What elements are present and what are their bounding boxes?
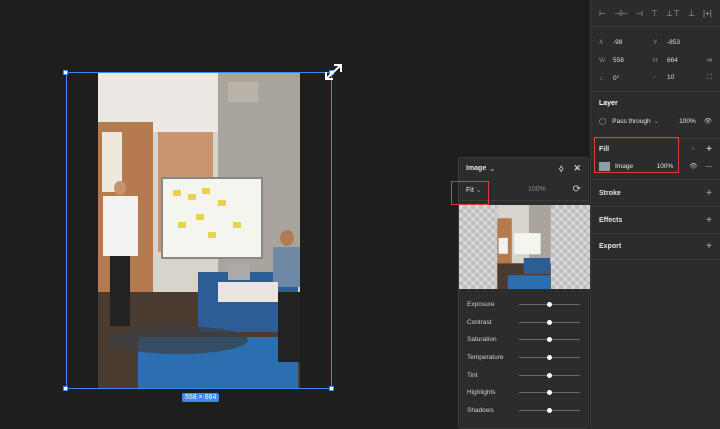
layer-section: Layer ◯ Pass through ⌄ 100% 👁 bbox=[591, 92, 720, 128]
chevron-down-icon: ⌄ bbox=[653, 118, 660, 125]
styles-icon[interactable]: ⁘ bbox=[690, 145, 696, 153]
effects-title: Effects bbox=[599, 216, 623, 224]
slider-knob[interactable] bbox=[547, 337, 552, 343]
popup-title[interactable]: Image bbox=[466, 165, 486, 172]
expand-arrow-icon bbox=[325, 64, 342, 80]
close-icon[interactable]: ✕ bbox=[573, 163, 581, 174]
eye-icon[interactable]: 👁 bbox=[704, 117, 712, 125]
constrain-proportions-icon[interactable]: ∞ bbox=[707, 57, 712, 64]
adjustment-row: Shadows bbox=[459, 402, 590, 420]
w-field[interactable]: 558 bbox=[613, 57, 624, 64]
align-left-icon[interactable]: ⊢ bbox=[599, 9, 606, 18]
h-label: H bbox=[653, 56, 658, 64]
image-opacity[interactable]: 100% bbox=[528, 186, 546, 193]
align-center-h-icon[interactable]: ⊣⊢ bbox=[614, 9, 628, 18]
export-section: Export + bbox=[591, 233, 720, 260]
slider-knob[interactable] bbox=[547, 407, 552, 413]
stroke-section: Stroke + bbox=[591, 179, 720, 206]
adjustment-label: Temperature bbox=[467, 354, 504, 362]
slider-knob[interactable] bbox=[547, 355, 552, 361]
adjustment-slider[interactable] bbox=[519, 337, 580, 343]
slider-knob[interactable] bbox=[547, 319, 552, 325]
adjustment-label: Exposure bbox=[467, 301, 495, 309]
rotation-field[interactable]: 0° bbox=[613, 75, 619, 82]
fill-highlight-box bbox=[594, 137, 679, 173]
blend-mode-icon: ◯ bbox=[599, 118, 607, 125]
design-canvas[interactable]: 558 × 664 Image ⌄ ◊ ✕ Fit ⌄ 100% ⟳ Expos… bbox=[0, 0, 590, 429]
transform-grid: X -98 Y -853 W 558 H 664 ∞ ∟ 0° ◜ 10 ⛶ bbox=[591, 27, 720, 87]
slider-knob[interactable] bbox=[547, 390, 552, 396]
independent-corners-icon[interactable]: ⛶ bbox=[707, 74, 712, 82]
add-export-icon[interactable]: + bbox=[706, 241, 712, 252]
x-label: X bbox=[599, 38, 604, 46]
adjustment-slider[interactable] bbox=[519, 390, 580, 396]
selection-frame[interactable] bbox=[66, 72, 332, 389]
adjustment-slider[interactable] bbox=[519, 372, 580, 378]
export-title: Export bbox=[599, 243, 622, 250]
distribute-icon[interactable]: |+| bbox=[703, 9, 712, 18]
adjustment-slider[interactable] bbox=[519, 302, 580, 308]
adjustment-row: Contrast bbox=[459, 314, 590, 332]
stroke-title: Stroke bbox=[599, 189, 621, 197]
resize-handle-br[interactable] bbox=[329, 386, 334, 391]
remove-fill-icon[interactable]: — bbox=[706, 163, 713, 170]
adjustment-label: Shadows bbox=[467, 406, 494, 414]
adjustment-label: Contrast bbox=[467, 318, 492, 326]
align-top-icon[interactable]: ⊤ bbox=[651, 9, 658, 18]
adjustment-row: Highlights bbox=[459, 384, 590, 402]
resize-handle-tl[interactable] bbox=[63, 70, 68, 75]
rotate-icon[interactable]: ⟳ bbox=[573, 184, 581, 195]
rotation-icon: ∟ bbox=[599, 74, 606, 82]
corner-radius-icon: ◜ bbox=[653, 75, 656, 82]
layer-opacity[interactable]: 100% bbox=[679, 118, 696, 125]
adjustment-sliders: Exposure Contrast Saturation Temperature Tin… bbox=[459, 296, 590, 419]
align-center-v-icon[interactable]: ⊥⊤ bbox=[666, 9, 680, 18]
adjustment-slider[interactable] bbox=[519, 407, 580, 413]
x-field[interactable]: -98 bbox=[613, 39, 622, 46]
resize-handle-bl[interactable] bbox=[63, 386, 68, 391]
fit-highlight-box bbox=[451, 181, 489, 205]
image-preview[interactable] bbox=[459, 205, 590, 289]
effects-section: Effects + bbox=[591, 206, 720, 233]
w-label: W bbox=[599, 56, 606, 64]
adjustment-row: Tint bbox=[459, 366, 590, 384]
align-bottom-icon[interactable]: ⊥ bbox=[688, 9, 695, 18]
layer-title: Layer bbox=[599, 99, 618, 107]
adjustment-row: Saturation bbox=[459, 331, 590, 349]
slider-knob[interactable] bbox=[547, 302, 552, 308]
popup-header: Image ⌄ ◊ ✕ bbox=[459, 158, 588, 179]
y-field[interactable]: -853 bbox=[667, 39, 680, 46]
align-right-icon[interactable]: ⊣ bbox=[636, 9, 643, 18]
preview-thumbnail bbox=[497, 205, 551, 289]
y-label: Y bbox=[653, 38, 658, 46]
eye-icon[interactable]: 👁 bbox=[689, 162, 697, 170]
slider-knob[interactable] bbox=[547, 372, 552, 378]
adjustment-slider[interactable] bbox=[519, 355, 580, 361]
adjustment-row: Exposure bbox=[459, 296, 590, 314]
add-stroke-icon[interactable]: + bbox=[706, 188, 712, 199]
adjustment-label: Saturation bbox=[467, 336, 497, 344]
drop-icon[interactable]: ◊ bbox=[559, 164, 563, 174]
adjustment-row: Temperature bbox=[459, 349, 590, 367]
radius-field[interactable]: 10 bbox=[667, 74, 674, 82]
properties-panel: ⊢ ⊣⊢ ⊣ ⊤ ⊥⊤ ⊥ |+| X -98 Y -853 W 558 H 664 ∞… bbox=[590, 0, 720, 429]
adjustment-label: Tint bbox=[467, 371, 478, 379]
add-effect-icon[interactable]: + bbox=[706, 215, 712, 226]
add-fill-icon[interactable]: + bbox=[706, 144, 712, 155]
chevron-down-icon[interactable]: ⌄ bbox=[489, 165, 495, 173]
blend-mode-select[interactable]: Pass through bbox=[612, 118, 650, 125]
h-field[interactable]: 664 bbox=[667, 57, 678, 64]
alignment-bar: ⊢ ⊣⊢ ⊣ ⊤ ⊥⊤ ⊥ |+| bbox=[591, 0, 720, 27]
size-badge: 558 × 664 bbox=[182, 393, 220, 402]
adjustment-slider[interactable] bbox=[519, 319, 580, 325]
adjustment-label: Highlights bbox=[467, 389, 496, 397]
